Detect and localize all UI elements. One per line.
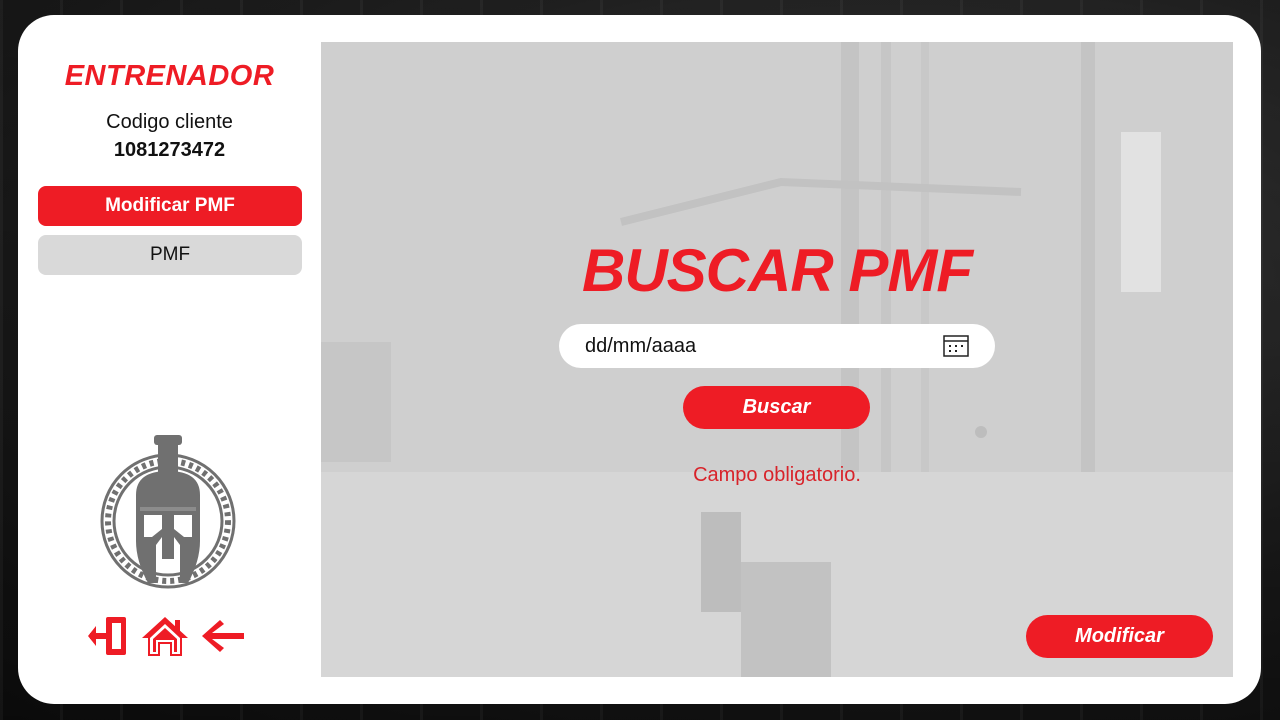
main-panel: BUSCAR PMF dd/mm/aaaa Buscar Campo oblig… xyxy=(321,42,1233,677)
nav-pmf-button[interactable]: PMF xyxy=(38,235,302,275)
logout-icon[interactable] xyxy=(86,614,132,658)
client-code-value: 1081273472 xyxy=(113,139,226,161)
search-button[interactable]: Buscar xyxy=(683,386,870,429)
calendar-icon[interactable] xyxy=(943,335,969,357)
date-placeholder: dd/mm/aaaa xyxy=(585,334,697,357)
back-arrow-icon[interactable] xyxy=(198,614,246,658)
footer-icon-bar xyxy=(86,613,256,659)
date-field[interactable]: dd/mm/aaaa xyxy=(559,324,995,368)
page-title: BUSCAR PMF xyxy=(582,237,973,304)
modify-button[interactable]: Modificar xyxy=(1026,615,1213,658)
spartan-helmet-logo xyxy=(100,435,236,589)
client-code-label: Codigo cliente xyxy=(106,111,233,133)
nav-modificar-pmf-button[interactable]: Modificar PMF xyxy=(38,186,302,226)
home-icon[interactable] xyxy=(140,614,190,658)
validation-error-message: Campo obligatorio. xyxy=(693,464,861,486)
brand-title: ENTRENADOR xyxy=(64,60,275,92)
sidebar: ENTRENADOR Codigo cliente 1081273472 Mod… xyxy=(18,15,321,704)
